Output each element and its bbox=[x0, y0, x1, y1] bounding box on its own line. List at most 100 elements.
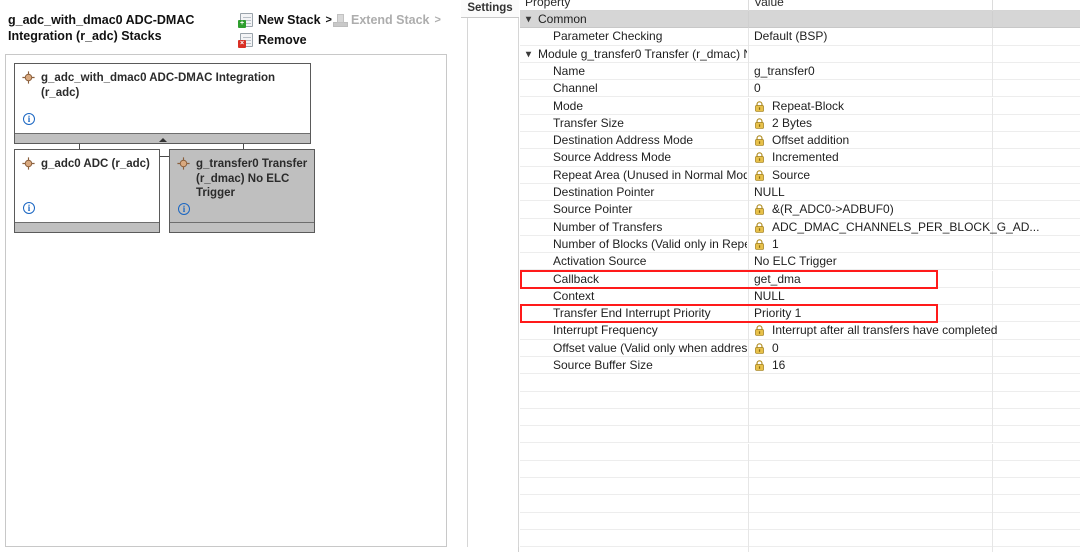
info-icon[interactable]: i bbox=[23, 113, 35, 125]
property-value[interactable]: &(R_ADC0->ADBUF0) bbox=[772, 202, 1080, 216]
chevron-down-icon[interactable]: ▾ bbox=[526, 14, 531, 26]
table-row[interactable]: Activation Source No ELC Trigger bbox=[520, 253, 1080, 271]
property-value[interactable]: Interrupt after all transfers have compl… bbox=[772, 323, 1080, 337]
table-row[interactable]: ▾ Common bbox=[520, 11, 1080, 29]
row-col-sep bbox=[748, 166, 749, 184]
property-name: Module g_transfer0 Transfer (r_dmac) No bbox=[538, 46, 747, 61]
row-col-sep bbox=[992, 547, 993, 552]
chevron-down-icon[interactable]: ▾ bbox=[526, 49, 531, 61]
table-row[interactable]: Parameter Checking Default (BSP) bbox=[520, 28, 1080, 46]
table-row[interactable]: Number of Blocks (Valid only in Repeat 1 bbox=[520, 235, 1080, 254]
table-row-empty[interactable] bbox=[520, 495, 1080, 513]
collapse-arrow-icon[interactable] bbox=[15, 136, 312, 145]
stack-box-label: g_adc0 ADC (r_adc) bbox=[41, 158, 150, 170]
row-col-sep bbox=[992, 512, 993, 530]
property-value[interactable]: No ELC Trigger bbox=[754, 254, 1080, 268]
row-col-sep bbox=[748, 478, 749, 496]
table-row[interactable]: Number of Transfers ADC_DMAC_CHANNELS_PER… bbox=[520, 218, 1080, 236]
table-row[interactable]: Name g_transfer0 bbox=[520, 62, 1080, 81]
column-header-value[interactable]: Value bbox=[754, 0, 784, 9]
app-root: g_adc_with_dmac0 ADC-DMAC Integration (r… bbox=[0, 0, 1080, 552]
lock-icon bbox=[755, 152, 764, 164]
stack-box-transfer[interactable]: g_transfer0 Transfer (r_dmac) No ELC Tri… bbox=[169, 149, 315, 233]
table-row-empty[interactable] bbox=[520, 374, 1080, 392]
property-value[interactable]: 2 Bytes bbox=[772, 116, 1080, 130]
property-value[interactable]: Priority 1 bbox=[754, 306, 1080, 320]
extend-stack-button[interactable]: Extend Stack > bbox=[333, 13, 441, 27]
new-stack-arrow: > bbox=[325, 14, 332, 26]
extend-stack-icon bbox=[333, 13, 348, 27]
table-row[interactable]: Transfer End Interrupt Priority Priority … bbox=[520, 305, 1080, 323]
table-row-empty[interactable] bbox=[520, 426, 1080, 444]
row-col-sep bbox=[748, 132, 749, 150]
row-col-sep bbox=[748, 235, 749, 254]
property-value[interactable]: Source bbox=[772, 168, 1080, 182]
table-row[interactable]: Transfer Size 2 Bytes bbox=[520, 114, 1080, 133]
property-value[interactable]: NULL bbox=[754, 185, 1080, 199]
property-value[interactable]: 0 bbox=[772, 341, 1080, 355]
table-row[interactable]: Offset value (Valid only when address 0 bbox=[520, 339, 1080, 357]
property-name: Offset value (Valid only when address bbox=[553, 340, 747, 355]
info-icon[interactable]: i bbox=[178, 203, 190, 215]
table-row[interactable]: Source Address Mode Incremented bbox=[520, 149, 1080, 167]
new-stack-button[interactable]: + New Stack > bbox=[238, 13, 332, 28]
property-value[interactable]: 0 bbox=[754, 81, 1080, 95]
property-name: Interrupt Frequency bbox=[553, 323, 658, 338]
info-icon[interactable]: i bbox=[23, 202, 35, 214]
row-col-sep bbox=[748, 149, 749, 167]
stack-box-adc-dmac-integration[interactable]: g_adc_with_dmac0 ADC-DMAC Integration (r… bbox=[14, 63, 311, 144]
lock-icon bbox=[755, 118, 764, 129]
table-row[interactable]: Channel 0 bbox=[520, 80, 1080, 98]
table-row[interactable]: Destination Address Mode Offset addition bbox=[520, 132, 1080, 150]
stack-diagram-canvas[interactable]: g_adc_with_dmac0 ADC-DMAC Integration (r… bbox=[5, 54, 447, 547]
property-table-header: Property Value bbox=[520, 0, 1080, 11]
table-row[interactable]: Mode Repeat-Block bbox=[520, 97, 1080, 115]
table-row-empty[interactable] bbox=[520, 547, 1080, 552]
table-row[interactable]: Source Pointer &(R_ADC0->ADBUF0) bbox=[520, 201, 1080, 219]
lock-icon bbox=[755, 325, 764, 337]
row-col-sep bbox=[748, 495, 749, 513]
column-divider-2[interactable] bbox=[992, 0, 993, 11]
tab-settings[interactable]: Settings bbox=[461, 0, 519, 18]
remove-label: Remove bbox=[258, 33, 307, 47]
table-row-empty[interactable] bbox=[520, 391, 1080, 409]
property-name: Transfer Size bbox=[553, 115, 624, 130]
property-value[interactable]: Offset addition bbox=[772, 133, 1080, 147]
row-col-sep bbox=[992, 530, 993, 548]
lock-icon bbox=[755, 169, 764, 181]
table-row[interactable]: ▾ Module g_transfer0 Transfer (r_dmac) No bbox=[520, 45, 1080, 63]
stack-box-adc[interactable]: g_adc0 ADC (r_adc) i bbox=[14, 149, 160, 233]
table-row-empty[interactable] bbox=[520, 530, 1080, 548]
property-value[interactable]: Repeat-Block bbox=[772, 99, 1080, 113]
column-divider-1[interactable] bbox=[748, 0, 749, 11]
table-row[interactable]: Callback get_dma bbox=[520, 270, 1080, 288]
table-row-empty[interactable] bbox=[520, 478, 1080, 496]
settings-tab-strip: Settings bbox=[461, 0, 519, 552]
property-value[interactable]: get_dma bbox=[754, 272, 1080, 286]
table-row[interactable]: Repeat Area (Unused in Normal Mode) Sourc… bbox=[520, 166, 1080, 184]
row-col-sep bbox=[748, 391, 749, 409]
property-value[interactable]: NULL bbox=[754, 289, 1080, 303]
table-row-empty[interactable] bbox=[520, 408, 1080, 427]
table-row-empty[interactable] bbox=[520, 443, 1080, 461]
property-value[interactable]: Incremented bbox=[772, 150, 1080, 164]
table-row[interactable]: Context NULL bbox=[520, 287, 1080, 306]
property-value[interactable]: 16 bbox=[772, 358, 1080, 372]
table-row[interactable]: Source Buffer Size 16 bbox=[520, 357, 1080, 375]
table-row[interactable]: Destination Pointer NULL bbox=[520, 184, 1080, 202]
property-value[interactable]: Default (BSP) bbox=[754, 29, 1080, 43]
property-value[interactable]: 1 bbox=[772, 237, 1080, 251]
remove-button[interactable]: × Remove bbox=[238, 33, 307, 48]
property-value[interactable]: ADC_DMAC_CHANNELS_PER_BLOCK_G_AD... bbox=[772, 220, 1080, 234]
lock-icon bbox=[755, 221, 764, 233]
extend-stack-label: Extend Stack bbox=[351, 13, 430, 27]
table-row-empty[interactable] bbox=[520, 512, 1080, 530]
column-header-property[interactable]: Property bbox=[525, 0, 570, 9]
property-value[interactable]: g_transfer0 bbox=[754, 64, 1080, 78]
table-row-empty[interactable] bbox=[520, 460, 1080, 479]
property-table[interactable]: Property Value ▾ Common Parameter Checking… bbox=[520, 0, 1080, 552]
stack-box-footer bbox=[170, 222, 314, 232]
row-col-sep bbox=[748, 357, 749, 375]
table-row[interactable]: Interrupt Frequency Interrupt after all t… bbox=[520, 322, 1080, 340]
row-col-sep bbox=[748, 443, 749, 461]
